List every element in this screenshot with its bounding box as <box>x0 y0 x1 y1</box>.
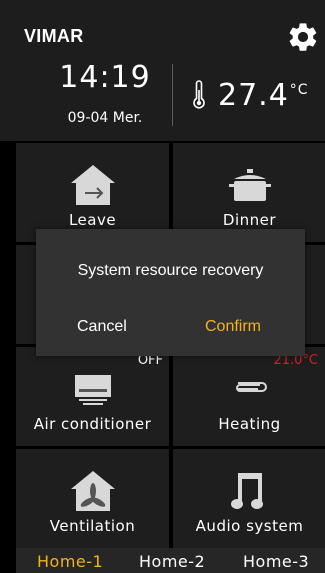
tile-label: Heating <box>218 415 281 433</box>
tile-heating[interactable]: 21.0°C Heating <box>173 347 325 446</box>
confirm-button[interactable]: Confirm <box>205 318 261 336</box>
house-exit-icon <box>70 165 115 205</box>
status-header: VIMAR 14:19 09-04 Mer. 27.4°C <box>0 0 325 141</box>
tile-ventilation[interactable]: Ventilation <box>16 449 169 548</box>
tab-home-3[interactable]: Home-3 <box>243 552 309 571</box>
tile-dinner[interactable]: Dinner <box>173 143 325 242</box>
thermometer-icon <box>193 80 205 109</box>
tile-label: Audio system <box>195 517 304 535</box>
tile-label: Air conditioner <box>33 415 152 433</box>
brand-logo: VIMAR <box>24 26 84 46</box>
temperature-unit: °C <box>289 82 309 98</box>
clock-time: 14:19 <box>59 60 151 95</box>
tile-audio-system[interactable]: Audio system <box>173 449 325 548</box>
house-fan-icon <box>70 471 115 511</box>
cancel-button[interactable]: Cancel <box>77 318 127 336</box>
tile-label: Ventilation <box>49 517 136 535</box>
air-conditioner-icon <box>74 375 111 405</box>
tab-home-2[interactable]: Home-2 <box>139 552 205 571</box>
header-divider <box>172 64 173 126</box>
gear-icon[interactable] <box>286 20 320 54</box>
tile-leave[interactable]: Leave <box>16 143 169 242</box>
clock-date: 09-04 Mer. <box>67 110 143 126</box>
music-note-icon <box>230 473 263 509</box>
room-temperature: 27.4°C <box>218 78 309 113</box>
tile-label: Leave <box>68 211 117 229</box>
confirm-dialog: System resource recovery Cancel Confirm <box>36 229 305 356</box>
home-tab-bar: Home-1 Home-2 Home-3 <box>16 548 325 573</box>
dialog-message: System resource recovery <box>77 262 264 279</box>
tile-air-conditioner[interactable]: OFF Air conditioner <box>16 347 169 446</box>
tile-label: Dinner <box>222 211 277 229</box>
tab-home-1[interactable]: Home-1 <box>37 552 103 571</box>
radiator-icon <box>235 382 267 392</box>
temperature-value: 27.4 <box>218 78 289 113</box>
pot-icon <box>228 169 271 201</box>
